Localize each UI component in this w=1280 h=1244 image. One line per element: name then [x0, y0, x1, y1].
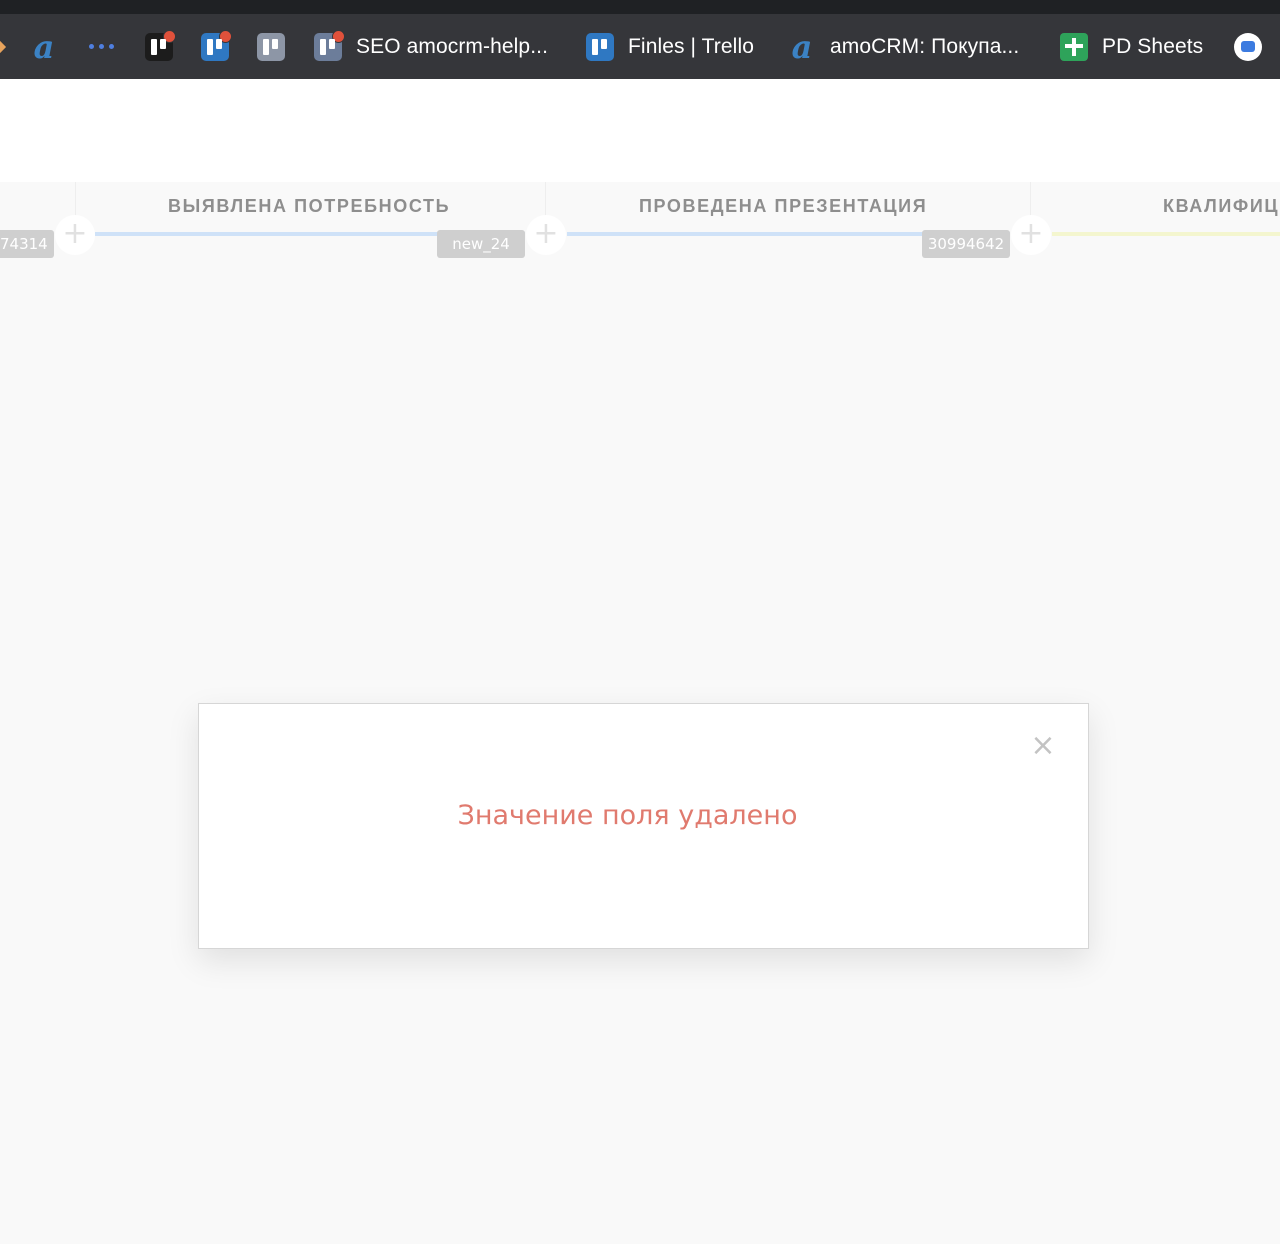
bookmark-messages[interactable] — [1234, 14, 1262, 79]
trello-icon — [314, 29, 345, 61]
bookmark-pd-sheets[interactable]: PD Sheets — [1060, 14, 1203, 79]
bookmark-dots[interactable] — [86, 14, 116, 79]
stage-id-pill: new_24 — [437, 230, 525, 258]
add-stage-button[interactable]: + — [55, 215, 95, 255]
bookmark-finles-trello[interactable]: Finles | Trello — [586, 14, 754, 79]
plus-icon: + — [62, 216, 88, 251]
browser-title-strip — [0, 0, 1280, 14]
stage-title-need-identified: Выявлена потребность — [168, 196, 451, 216]
bookmark-label: SEO amocrm-help... — [356, 34, 549, 58]
stage-title-qualification: Квалифиц — [1163, 196, 1280, 216]
bookmark-trello-1[interactable] — [145, 14, 176, 79]
close-icon: × — [1030, 728, 1056, 763]
bookmark-trello-3[interactable] — [257, 14, 285, 79]
notification-modal: × Значение поля удалено — [198, 703, 1089, 949]
bookmark-trello-2[interactable] — [201, 14, 232, 79]
bookmark-seo-amocrm-help[interactable]: SEO amocrm-help... — [314, 14, 548, 79]
sheets-icon — [1060, 32, 1088, 61]
pipeline-stages: Выявлена потребность Проведена презентац… — [0, 182, 1280, 258]
bookmark-amocrm[interactable]: a — [30, 14, 58, 79]
bookmarks-bar: a SEO amocrm-help... Finles | Trello a a… — [0, 14, 1280, 79]
modal-message: Значение поля удалено — [457, 800, 798, 831]
dots-icon — [86, 33, 116, 61]
app-header — [0, 79, 1280, 182]
trello-icon — [586, 32, 614, 61]
stage-title-presentation-done: Проведена презентация — [639, 196, 928, 216]
stage-id-pill: 74314 — [0, 230, 54, 258]
bookmark-label: amoCRM: Покупа... — [830, 34, 1020, 58]
close-button[interactable]: × — [1028, 728, 1058, 764]
bookmark-amocrm-purchase[interactable]: a amoCRM: Покупа... — [788, 14, 1020, 79]
trello-icon — [257, 32, 285, 61]
add-stage-button[interactable]: + — [1011, 215, 1051, 255]
messages-icon — [1234, 32, 1262, 61]
bookmark-label: Finles | Trello — [628, 34, 754, 58]
add-stage-button[interactable]: + — [526, 215, 566, 255]
trello-icon — [145, 29, 176, 61]
stage-color-line — [1052, 232, 1280, 236]
plus-icon: + — [533, 216, 559, 251]
amocrm-icon: a — [791, 27, 813, 66]
plus-icon: + — [1018, 216, 1044, 251]
trello-icon — [201, 29, 232, 61]
amocrm-icon: a — [33, 27, 55, 66]
stage-id-pill: 30994642 — [922, 230, 1010, 258]
bookmark-partial-icon[interactable] — [0, 39, 7, 55]
bookmark-label: PD Sheets — [1102, 34, 1204, 58]
stage-id-text: 74314 — [0, 235, 48, 253]
